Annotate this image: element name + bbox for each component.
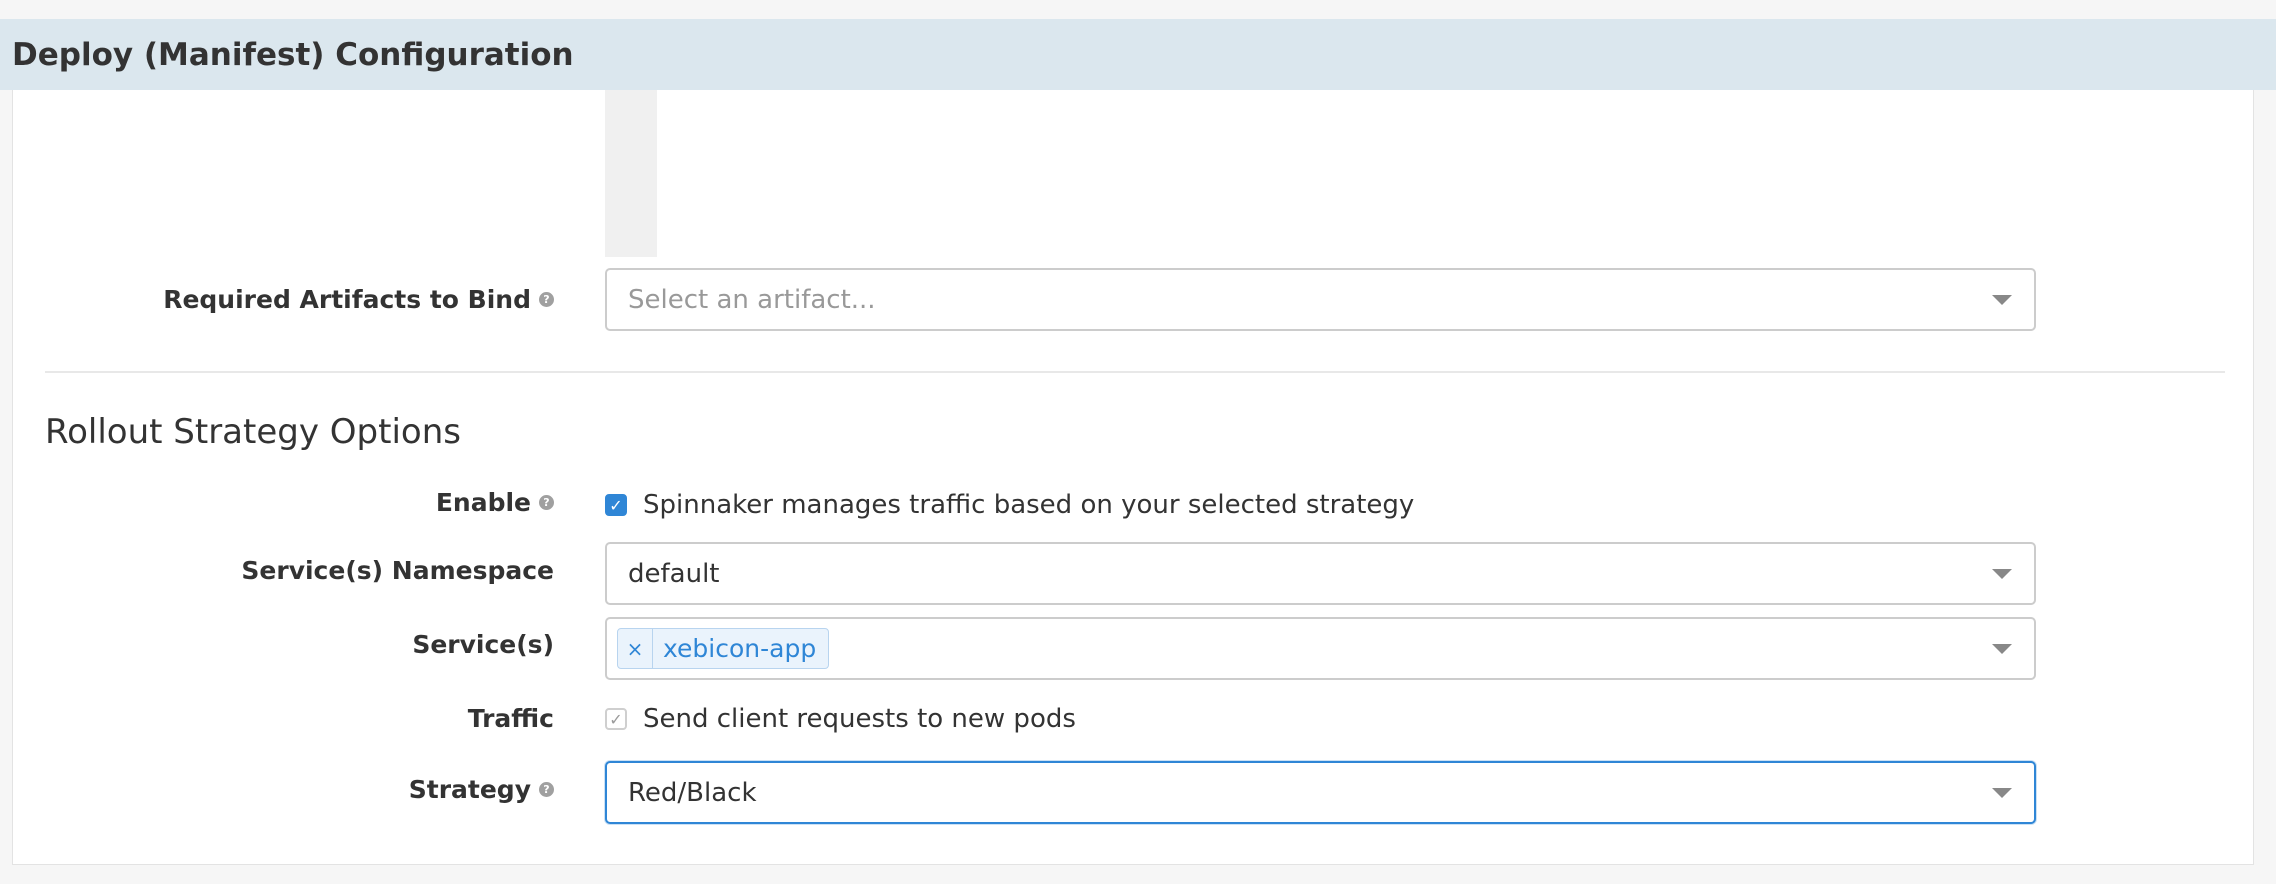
strategy-value: Red/Black — [628, 777, 757, 808]
manifest-editor-gutter — [605, 90, 657, 257]
enable-label-text: Enable — [435, 488, 531, 517]
strategy-select[interactable]: Red/Black — [605, 761, 2036, 824]
section-divider — [45, 371, 2225, 373]
config-panel: Required Artifacts to Bind ? Select an a… — [12, 90, 2254, 865]
namespace-label-text: Service(s) Namespace — [241, 556, 554, 585]
enable-checkbox-text[interactable]: Spinnaker manages traffic based on your … — [643, 490, 1414, 520]
help-icon[interactable]: ? — [539, 495, 554, 510]
required-artifacts-select[interactable]: Select an artifact... — [605, 268, 2036, 331]
help-icon[interactable]: ? — [539, 782, 554, 797]
namespace-select[interactable]: default — [605, 542, 2036, 605]
required-artifacts-label: Required Artifacts to Bind ? — [163, 285, 554, 314]
page: Deploy (Manifest) Configuration Required… — [0, 0, 2276, 884]
service-tag: × xebicon-app — [617, 628, 830, 669]
traffic-checkbox[interactable]: ✓ — [605, 708, 627, 730]
chevron-down-icon[interactable] — [1992, 568, 2012, 579]
service-tag-label: xebicon-app — [663, 634, 817, 663]
required-artifacts-label-text: Required Artifacts to Bind — [163, 285, 531, 314]
enable-checkbox[interactable]: ✓ — [605, 494, 627, 516]
namespace-value: default — [628, 558, 720, 589]
traffic-checkbox-row[interactable]: ✓ Send client requests to new pods — [605, 704, 1076, 734]
help-icon[interactable]: ? — [539, 292, 554, 307]
check-icon: ✓ — [609, 709, 623, 729]
strategy-label: Strategy ? — [409, 775, 554, 804]
check-icon: ✓ — [609, 495, 623, 515]
chevron-down-icon[interactable] — [1992, 787, 2012, 798]
section-title: Deploy (Manifest) Configuration — [12, 36, 574, 73]
traffic-checkbox-text: Send client requests to new pods — [643, 704, 1076, 734]
section-header: Deploy (Manifest) Configuration — [0, 19, 2276, 90]
required-artifacts-placeholder: Select an artifact... — [628, 284, 876, 315]
chevron-down-icon[interactable] — [1992, 643, 2012, 654]
strategy-label-text: Strategy — [408, 775, 531, 804]
services-label: Service(s) — [412, 630, 554, 659]
namespace-label: Service(s) Namespace — [241, 556, 554, 585]
enable-label: Enable ? — [436, 488, 554, 517]
services-multiselect[interactable]: × xebicon-app — [605, 617, 2036, 680]
rollout-strategy-heading: Rollout Strategy Options — [45, 412, 461, 452]
services-label-text: Service(s) — [412, 630, 554, 659]
enable-checkbox-row[interactable]: ✓ Spinnaker manages traffic based on you… — [605, 490, 1414, 520]
close-icon[interactable]: × — [618, 629, 653, 668]
chevron-down-icon[interactable] — [1992, 294, 2012, 305]
traffic-label: Traffic — [468, 704, 554, 733]
traffic-label-text: Traffic — [467, 704, 554, 733]
